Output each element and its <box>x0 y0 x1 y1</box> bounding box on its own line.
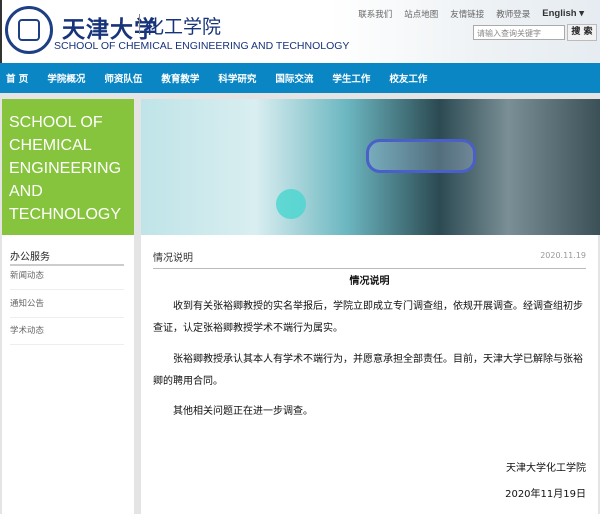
header: 天津大学 化工学院 SCHOOL OF CHEMICAL ENGINEERING… <box>0 0 600 63</box>
nav-faculty[interactable]: 师资队伍 <box>104 71 142 85</box>
sidebar: 办公服务 新闻动态 通知公告 学术动态 <box>2 235 134 514</box>
banner-line: AND <box>9 183 43 200</box>
article-title: 情况说明 <box>349 276 390 287</box>
sidebar-item-notices[interactable]: 通知公告 <box>10 291 124 318</box>
divider <box>153 268 586 269</box>
nav-about[interactable]: 学院概况 <box>47 71 85 85</box>
top-links: 联系我们 站点地图 友情链接 教师登录 English ▾ <box>358 8 584 20</box>
link-contact[interactable]: 联系我们 <box>358 8 392 20</box>
banner-line: ENGINEERING <box>9 160 122 177</box>
banner-line: TECHNOLOGY <box>9 206 122 223</box>
nav-education[interactable]: 教育教学 <box>161 71 199 85</box>
nav-research[interactable]: 科学研究 <box>218 71 256 85</box>
banner-image <box>141 99 600 235</box>
sidebar-item-academic[interactable]: 学术动态 <box>10 318 124 345</box>
nav-home[interactable]: 首 页 <box>6 71 28 85</box>
search-input[interactable]: 请输入查询关键字 <box>473 25 565 40</box>
article-paragraph: 张裕卿教授承认其本人有学术不端行为，并愿意承担全部责任。目前，天津大学已解除与张… <box>153 354 583 387</box>
article-sign-date: 2020年11月19日 <box>505 489 586 500</box>
school-english-name: SCHOOL OF CHEMICAL ENGINEERING AND TECHN… <box>54 40 350 52</box>
university-name[interactable]: 天津大学 <box>62 10 158 44</box>
link-friends[interactable]: 友情链接 <box>450 8 484 20</box>
link-teacher-login[interactable]: 教师登录 <box>496 8 530 20</box>
article-date: 2020.11.19 <box>540 251 586 260</box>
divider <box>139 14 140 34</box>
flask-graphic <box>276 189 306 219</box>
university-seal-logo[interactable] <box>5 6 53 54</box>
main-nav: 首 页 学院概况 师资队伍 教育教学 科学研究 国际交流 学生工作 校友工作 <box>0 63 600 93</box>
search-button[interactable]: 搜 索 <box>567 24 597 41</box>
goggles-graphic <box>366 139 476 173</box>
nav-students[interactable]: 学生工作 <box>332 71 370 85</box>
nav-alumni[interactable]: 校友工作 <box>389 71 427 85</box>
article: 情况说明 2020.11.19 情况说明 收到有关张裕卿教授的实名举报后，学院立… <box>141 235 598 514</box>
banner-line: CHEMICAL <box>9 137 92 154</box>
nav-international[interactable]: 国际交流 <box>275 71 313 85</box>
sidebar-item-news[interactable]: 新闻动态 <box>10 263 124 290</box>
article-paragraph: 其他相关问题正在进一步调查。 <box>173 406 313 417</box>
article-signature: 天津大学化工学院 <box>506 463 586 474</box>
article-paragraph: 收到有关张裕卿教授的实名举报后，学院立即成立专门调查组，依规开展调查。经调查组初… <box>153 301 583 334</box>
link-sitemap[interactable]: 站点地图 <box>404 8 438 20</box>
banner-line: SCHOOL OF <box>9 114 103 131</box>
banner-title: SCHOOL OF CHEMICAL ENGINEERING AND TECHN… <box>2 99 134 235</box>
college-name[interactable]: 化工学院 <box>145 12 221 39</box>
language-select[interactable]: English ▾ <box>542 8 584 20</box>
section-title: 情况说明 <box>153 253 193 264</box>
